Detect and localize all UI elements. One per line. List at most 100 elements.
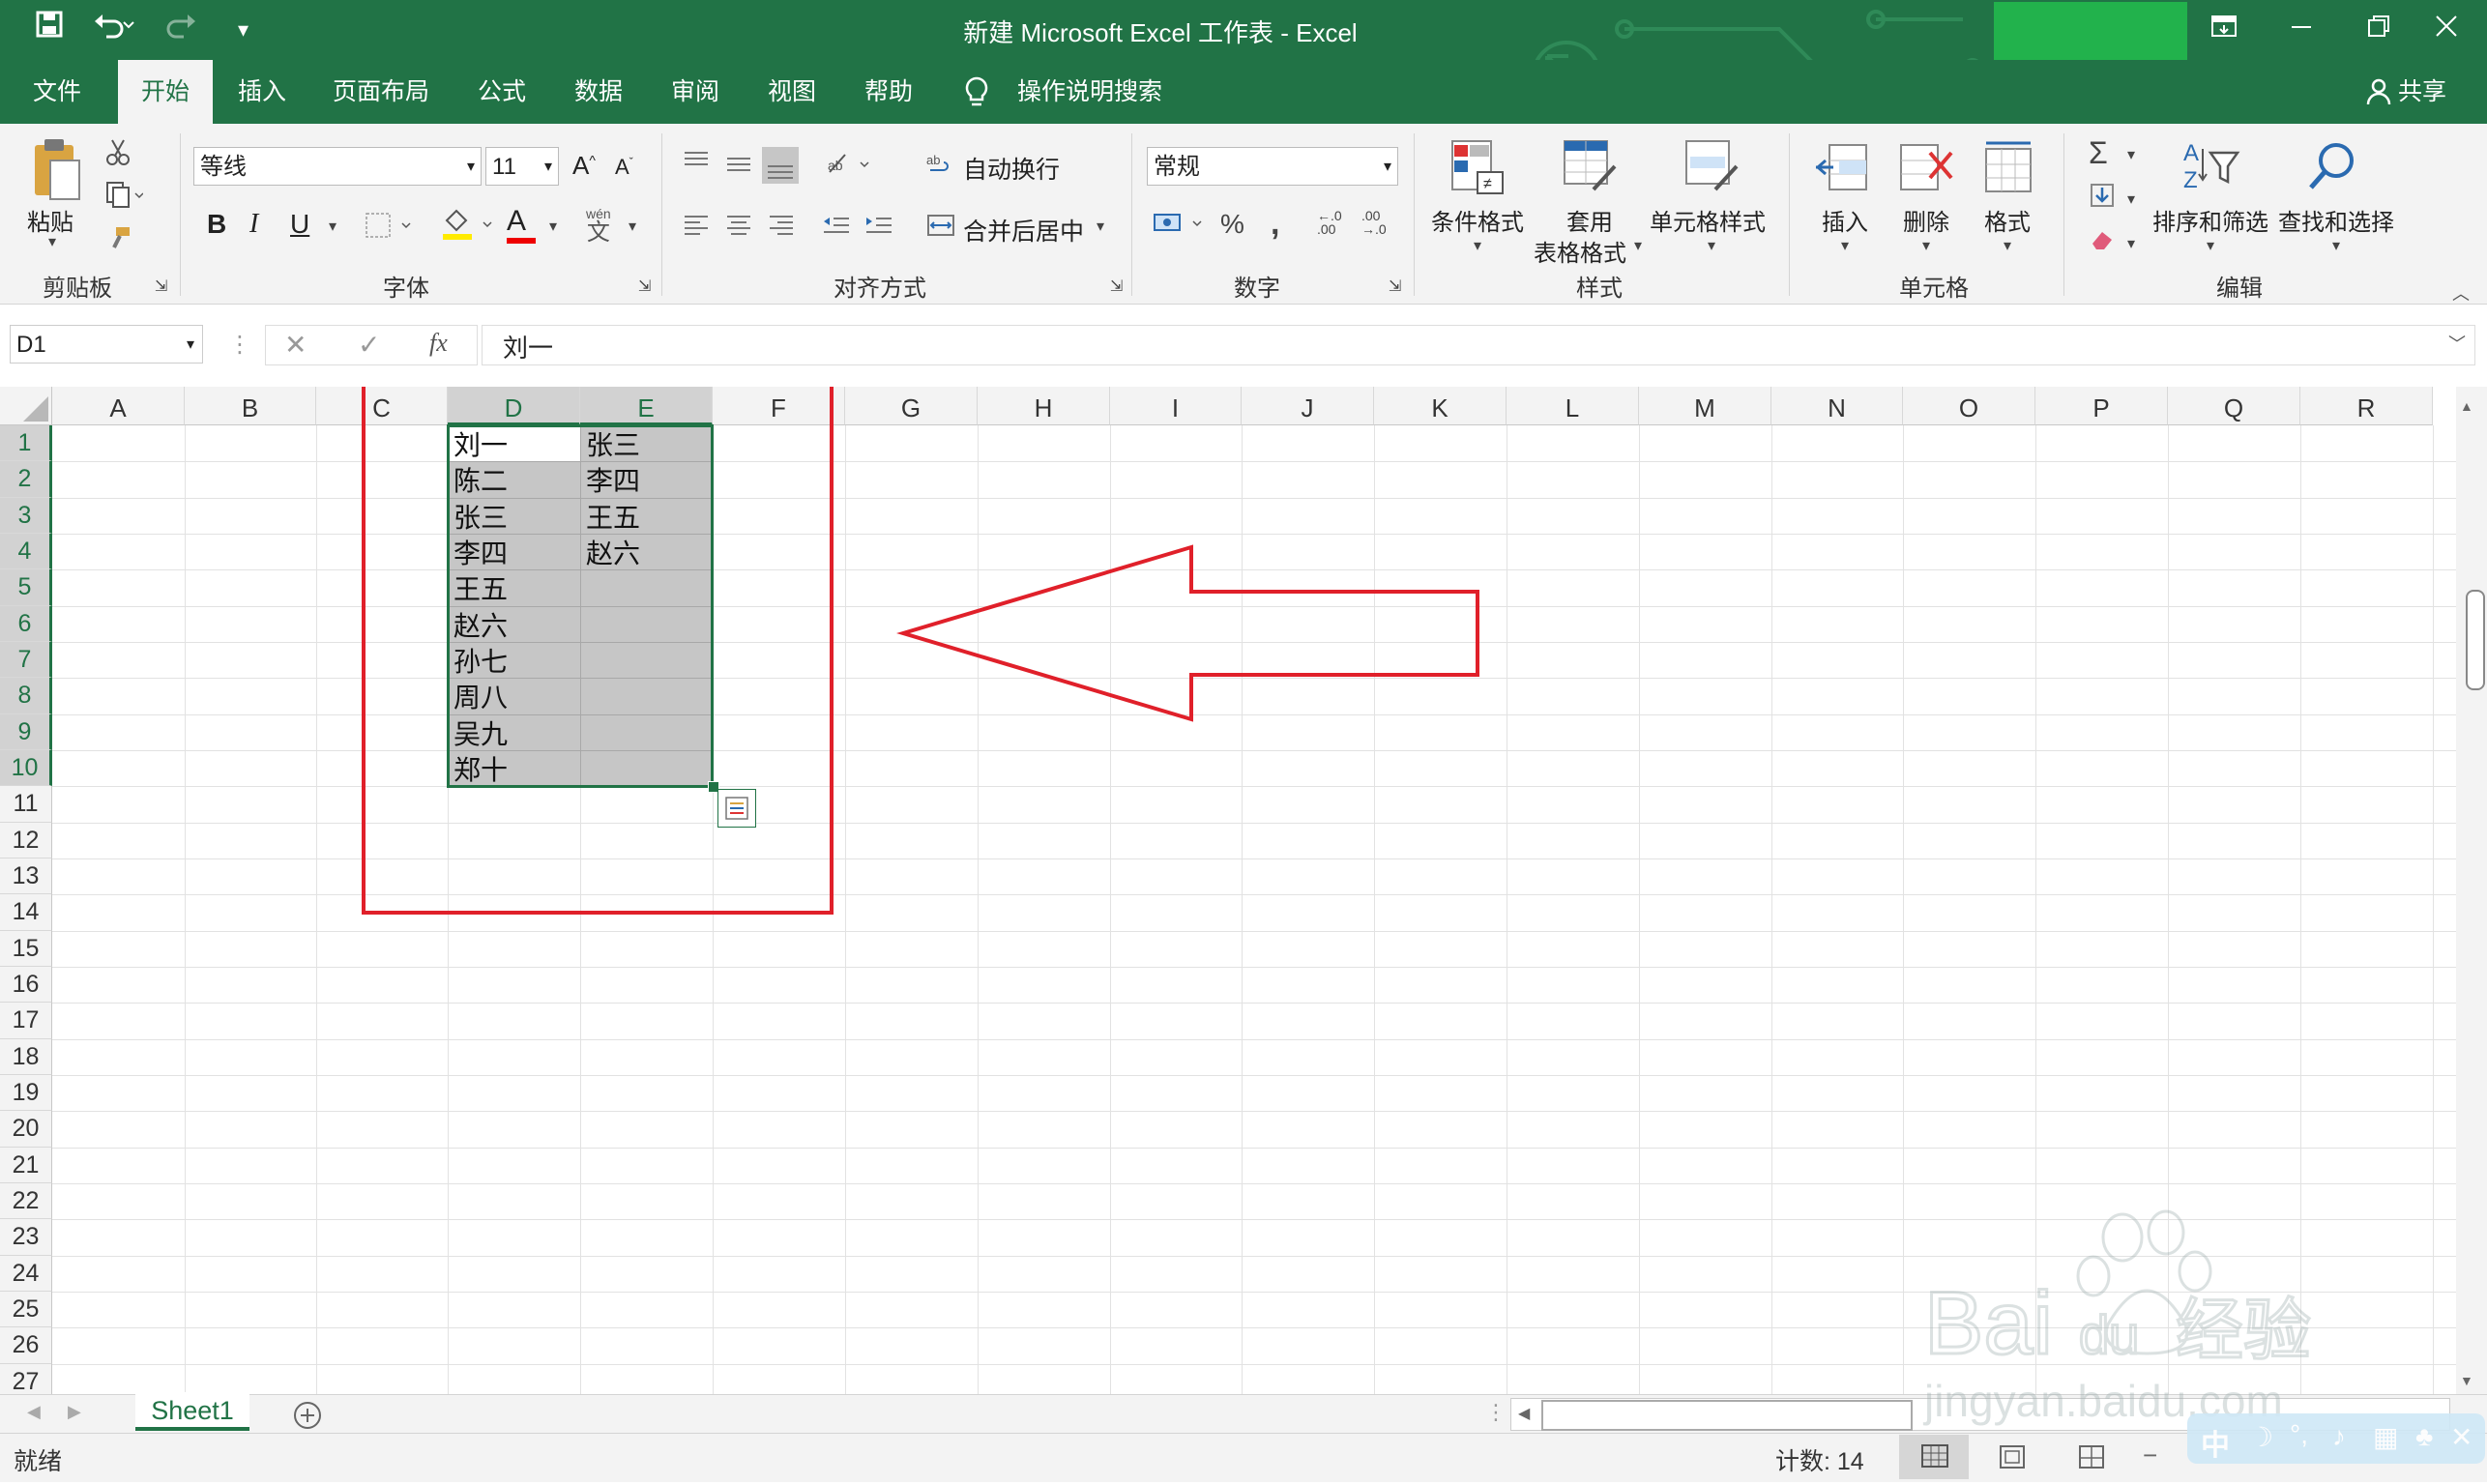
- column-header-k[interactable]: K: [1374, 387, 1507, 425]
- ime-moon-icon[interactable]: ☽: [2249, 1421, 2273, 1453]
- row-header-16[interactable]: 16: [0, 966, 52, 1004]
- conditional-formatting-button[interactable]: 条件格式: [1431, 203, 1524, 237]
- decrease-decimal-icon[interactable]: .00 →.0: [1361, 209, 1387, 236]
- select-all-corner[interactable]: [0, 387, 52, 425]
- customize-qat-icon[interactable]: ▾: [238, 17, 249, 43]
- find-dropdown-icon[interactable]: ▾: [2332, 236, 2340, 255]
- column-header-j[interactable]: J: [1242, 387, 1374, 425]
- clear-dropdown-icon[interactable]: ▾: [2127, 234, 2135, 253]
- column-header-p[interactable]: P: [2035, 387, 2168, 425]
- page-break-view-icon[interactable]: [2077, 1444, 2106, 1474]
- column-header-n[interactable]: N: [1771, 387, 1903, 425]
- format-as-table-line2[interactable]: 表格格式: [1534, 234, 1626, 268]
- save-icon[interactable]: [35, 10, 64, 47]
- accounting-format-icon[interactable]: [1153, 209, 1207, 243]
- column-header-q[interactable]: Q: [2168, 387, 2300, 425]
- underline-dropdown-icon[interactable]: ▾: [329, 217, 336, 236]
- number-launcher-icon[interactable]: ⇲: [1389, 276, 1401, 296]
- tab-formulas[interactable]: 公式: [454, 60, 549, 124]
- row-header-5[interactable]: 5: [0, 569, 52, 606]
- close-icon[interactable]: [2408, 6, 2485, 54]
- increase-font-size-icon[interactable]: A^: [572, 151, 596, 181]
- paste-dropdown-icon[interactable]: ▾: [48, 232, 56, 251]
- delete-cells-button[interactable]: 删除: [1903, 203, 1949, 237]
- wrap-text-button[interactable]: 自动换行: [963, 151, 1060, 186]
- column-header-g[interactable]: G: [845, 387, 978, 425]
- row-header-2[interactable]: 2: [0, 461, 52, 498]
- row-header-7[interactable]: 7: [0, 641, 52, 679]
- name-box[interactable]: D1 ▾: [10, 325, 203, 364]
- column-header-i[interactable]: I: [1110, 387, 1242, 425]
- sort-filter-button[interactable]: 排序和筛选: [2152, 203, 2268, 237]
- row-header-23[interactable]: 23: [0, 1219, 52, 1256]
- column-header-b[interactable]: B: [185, 387, 316, 425]
- ime-toolbar[interactable]: 中 ☽ °, ♪ ▦ ♣ ✕: [2187, 1413, 2485, 1464]
- row-header-6[interactable]: 6: [0, 605, 52, 642]
- row-header-3[interactable]: 3: [0, 497, 52, 534]
- row-header-25[interactable]: 25: [0, 1291, 52, 1328]
- format-cells-icon[interactable]: [1980, 139, 2038, 202]
- redo-icon[interactable]: [162, 10, 205, 47]
- delete-dropdown-icon[interactable]: ▾: [1922, 236, 1930, 255]
- align-right-icon[interactable]: [768, 213, 795, 243]
- fill-color-icon[interactable]: [439, 207, 497, 247]
- phonetic-guide-icon[interactable]: wén 文: [586, 207, 611, 246]
- number-format-combo[interactable]: 常规 ▾: [1147, 147, 1398, 186]
- column-header-l[interactable]: L: [1507, 387, 1639, 425]
- format-table-dropdown-icon[interactable]: ▾: [1634, 236, 1642, 255]
- confirm-entry-icon[interactable]: ✓: [358, 329, 380, 361]
- tab-data[interactable]: 数据: [551, 60, 646, 124]
- increase-decimal-icon[interactable]: ←.0.00: [1317, 209, 1342, 236]
- wrap-text-icon[interactable]: ab: [926, 151, 951, 183]
- cut-icon[interactable]: [104, 137, 132, 171]
- find-select-icon[interactable]: [2305, 137, 2361, 198]
- row-header-15[interactable]: 15: [0, 930, 52, 967]
- row-header-19[interactable]: 19: [0, 1074, 52, 1112]
- merge-center-icon[interactable]: [926, 213, 955, 243]
- autosum-dropdown-icon[interactable]: ▾: [2127, 145, 2135, 164]
- cell-styles-button[interactable]: 单元格样式: [1650, 203, 1766, 237]
- format-as-table-line1[interactable]: 套用: [1566, 203, 1613, 237]
- undo-icon[interactable]: [93, 10, 135, 47]
- delete-cells-icon[interactable]: [1897, 139, 1955, 202]
- orientation-icon[interactable]: ab: [824, 149, 872, 183]
- vertical-scrollbar[interactable]: [2456, 387, 2487, 1394]
- borders-icon[interactable]: [364, 211, 412, 245]
- row-header-26[interactable]: 26: [0, 1327, 52, 1364]
- row-header-22[interactable]: 22: [0, 1182, 52, 1220]
- format-dropdown-icon[interactable]: ▾: [2004, 236, 2011, 255]
- tell-me-search[interactable]: 操作说明搜索: [1017, 60, 1162, 124]
- bottom-align-icon[interactable]: [762, 147, 799, 184]
- tab-file[interactable]: 文件: [10, 60, 104, 124]
- row-header-24[interactable]: 24: [0, 1255, 52, 1292]
- new-sheet-icon[interactable]: [292, 1400, 323, 1436]
- restore-icon[interactable]: [2340, 6, 2417, 54]
- next-sheet-icon[interactable]: ▶: [68, 1402, 81, 1422]
- column-header-m[interactable]: M: [1639, 387, 1771, 425]
- insert-cells-button[interactable]: 插入: [1822, 203, 1868, 237]
- tab-help[interactable]: 帮助: [841, 60, 936, 124]
- format-cells-button[interactable]: 格式: [1984, 203, 2031, 237]
- expand-formula-bar-icon[interactable]: ﹀: [2448, 331, 2466, 356]
- copy-icon[interactable]: [104, 180, 144, 214]
- bold-button[interactable]: B: [207, 209, 226, 240]
- find-select-button[interactable]: 查找和选择: [2278, 203, 2394, 237]
- cancel-entry-icon[interactable]: ✕: [284, 329, 307, 361]
- ime-shirt-icon[interactable]: ♣: [2415, 1421, 2433, 1452]
- font-color-icon[interactable]: A: [507, 205, 536, 244]
- scroll-up-icon[interactable]: ▲: [2460, 398, 2473, 414]
- cell-styles-dropdown-icon[interactable]: ▾: [1708, 236, 1715, 255]
- font-name-combo[interactable]: 等线 ▾: [193, 147, 482, 186]
- tab-review[interactable]: 审阅: [648, 60, 743, 124]
- row-header-17[interactable]: 17: [0, 1003, 52, 1039]
- fill-icon[interactable]: [2089, 182, 2118, 214]
- tab-home[interactable]: 开始: [118, 60, 214, 124]
- top-align-icon[interactable]: [683, 149, 710, 177]
- ime-punct-icon[interactable]: °,: [2290, 1419, 2308, 1450]
- decrease-indent-icon[interactable]: [822, 213, 851, 243]
- underline-button[interactable]: U: [290, 209, 309, 240]
- cell-styles-icon[interactable]: [1682, 137, 1741, 202]
- row-header-8[interactable]: 8: [0, 678, 52, 714]
- decrease-font-size-icon[interactable]: Aˇ: [615, 155, 633, 180]
- zoom-out-icon[interactable]: −: [2143, 1440, 2157, 1470]
